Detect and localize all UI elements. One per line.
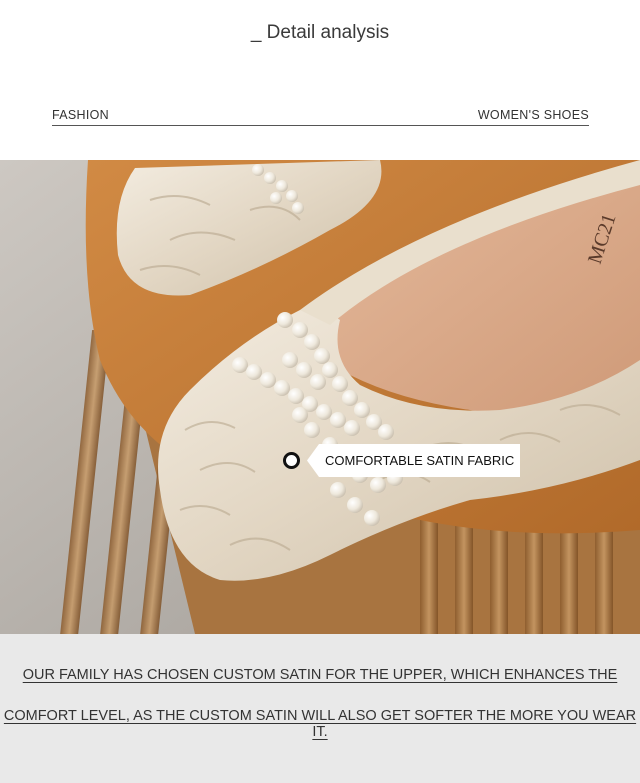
- description-line-1: OUR FAMILY HAS CHOSEN CUSTOM SATIN FOR T…: [22, 667, 618, 683]
- product-photo: MC21: [0, 160, 640, 634]
- shoe-photo-illustration: MC21: [0, 160, 640, 634]
- description-band: OUR FAMILY HAS CHOSEN CUSTOM SATIN FOR T…: [0, 634, 640, 783]
- callout-label: COMFORTABLE SATIN FABRIC: [307, 444, 521, 477]
- callout-marker-icon: [283, 452, 300, 469]
- page-title: _ Detail analysis: [250, 22, 390, 43]
- womens-shoes-label: WOMEN'S SHOES: [477, 108, 589, 122]
- fashion-label: FASHION: [52, 108, 109, 122]
- label-row: FASHION WOMEN'S SHOES: [52, 108, 589, 126]
- fabric-callout: COMFORTABLE SATIN FABRIC: [283, 444, 521, 477]
- description-line-2: COMFORT LEVEL, AS THE CUSTOM SATIN WILL …: [3, 708, 637, 740]
